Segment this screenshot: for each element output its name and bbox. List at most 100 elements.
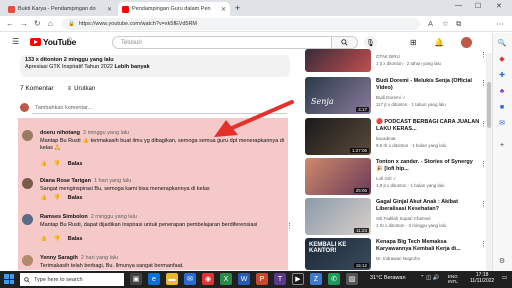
add-icon[interactable]: +: [497, 140, 507, 150]
app-icon[interactable]: ▶: [292, 273, 304, 285]
video-title[interactable]: Gagal Ginjal Akut Anak : Akibat Liberali…: [376, 199, 480, 213]
recommendation-item[interactable]: 11:23 Gagal Ginjal Akut Anak : Akibat Li…: [305, 198, 487, 236]
create-video-icon[interactable]: ⊞: [410, 38, 417, 47]
comment-author[interactable]: Diana Rose Tarigan 1 hari yang lalu: [40, 178, 131, 184]
forward-icon[interactable]: →: [20, 19, 28, 28]
channel-name[interactable]: Dr. Indrawan Nugroho: [376, 256, 420, 261]
new-tab-button[interactable]: +: [235, 3, 240, 13]
collections-icon[interactable]: ⧉: [456, 19, 461, 29]
system-tray-icons[interactable]: ⌃ ◫ 🔊: [420, 275, 440, 281]
mail-icon[interactable]: ✉: [184, 273, 196, 285]
whatsapp-icon[interactable]: ✆: [328, 273, 340, 285]
recommendation-item[interactable]: 1:27:06 🔴 PODCAST BERBAGI CARA JUALAN LA…: [305, 118, 487, 156]
office-icon[interactable]: ■: [497, 102, 507, 112]
taskbar-search-input[interactable]: Type here to search: [20, 273, 124, 286]
video-thumbnail[interactable]: 25:06: [305, 158, 371, 195]
windows-start-icon[interactable]: [4, 274, 14, 284]
show-more-link[interactable]: Lebih banyak: [114, 64, 149, 70]
recommendation-item[interactable]: OTAK BIRU 1 jt x ditonton · 2 tahun yang…: [305, 49, 487, 73]
reply-button[interactable]: Balas: [68, 195, 83, 201]
video-title[interactable]: Kenapa Big Tech Memaksa Karyawannya Kemb…: [376, 239, 480, 253]
shopping-icon[interactable]: ◆: [497, 54, 507, 64]
hamburger-menu-icon[interactable]: ☰: [12, 37, 19, 46]
video-thumbnail[interactable]: KEMBALI KE KANTOR! 15:12: [305, 238, 371, 270]
search-icon[interactable]: 🔍: [497, 38, 507, 48]
comment-author[interactable]: Yenny Saragih 2 hari yang lalu: [40, 255, 118, 261]
video-title[interactable]: Tonton x zander. - Stories of Synergy 🎉 …: [376, 159, 480, 173]
more-options-icon[interactable]: ⋯: [496, 19, 504, 28]
zoom-icon[interactable]: Z: [310, 273, 322, 285]
reload-icon[interactable]: ↻: [34, 19, 41, 28]
word-icon[interactable]: W: [238, 273, 250, 285]
commenter-avatar[interactable]: [22, 178, 33, 189]
excel-icon[interactable]: X: [220, 273, 232, 285]
notifications-bell-icon[interactable]: 🔔: [434, 38, 444, 47]
channel-name[interactable]: kacadmat: [376, 136, 396, 141]
channel-name[interactable]: Siti Fadilah Supari Channel: [376, 216, 431, 221]
recommendation-item[interactable]: 25:06 Tonton x zander. - Stories of Syne…: [305, 158, 487, 196]
like-icon[interactable]: 👍: [40, 195, 47, 201]
photos-icon[interactable]: ▨: [346, 273, 358, 285]
chrome-icon[interactable]: ◉: [202, 273, 214, 285]
search-button[interactable]: [332, 36, 358, 49]
video-thumbnail[interactable]: 11:23: [305, 198, 371, 235]
channel-name[interactable]: Budi Doremi ✓: [376, 95, 406, 101]
channel-name[interactable]: Lofi Girl ✓: [376, 176, 397, 182]
microphone-icon[interactable]: 🎙: [364, 36, 377, 49]
video-thumbnail[interactable]: [305, 49, 371, 72]
task-view-icon[interactable]: ▣: [130, 273, 142, 285]
address-bar[interactable]: 🔒 https://www.youtube.com/watch?v=xk5fEV…: [62, 18, 420, 30]
weather-widget[interactable]: 31°C Berawan: [370, 275, 406, 281]
like-icon[interactable]: 👍: [40, 161, 47, 167]
close-tab-icon[interactable]: ✕: [221, 6, 226, 13]
recommendation-item[interactable]: KEMBALI KE KANTOR! 15:12 Kenapa Big Tech…: [305, 238, 487, 271]
commenter-avatar[interactable]: [22, 214, 33, 225]
tab-pendampingan[interactable]: Pendampingan Guru dalam Pen ✕: [118, 2, 230, 16]
video-title[interactable]: Budi Doremi - Melukis Senja (Official Vi…: [376, 78, 480, 92]
taskbar-clock[interactable]: 17:18 11/11/2022: [470, 272, 494, 284]
close-tab-icon[interactable]: ✕: [107, 6, 112, 13]
dislike-icon[interactable]: 👎: [54, 161, 61, 167]
notification-icon[interactable]: ▭: [502, 275, 507, 281]
search-input[interactable]: Telusuri: [112, 36, 332, 49]
maximize-button[interactable]: ☐: [475, 2, 481, 10]
reply-button[interactable]: Balas: [68, 236, 83, 242]
outlook-icon[interactable]: ✉: [497, 118, 507, 128]
comment-author[interactable]: doeru nihotang 2 minggu yang lalu: [40, 130, 129, 136]
channel-name[interactable]: OTAK BIRU: [376, 54, 400, 59]
favorite-star-icon[interactable]: ☆: [442, 19, 449, 28]
video-title[interactable]: 🔴 PODCAST BERBAGI CARA JUALAN LAKU KERAS…: [376, 119, 480, 133]
add-comment-row[interactable]: Tambahkan komentar...: [20, 103, 92, 112]
dislike-icon[interactable]: 👎: [54, 195, 61, 201]
file-explorer-icon[interactable]: ▬: [166, 273, 178, 285]
video-description[interactable]: 133 x ditonton 2 minggu yang lalu Apresi…: [20, 55, 290, 77]
language-indicator[interactable]: ENG INTL: [448, 274, 458, 284]
tools-icon[interactable]: ✚: [497, 70, 507, 80]
like-icon[interactable]: 👍: [40, 236, 47, 242]
video-thumbnail[interactable]: 1:27:06: [305, 118, 371, 155]
games-icon[interactable]: ♣: [497, 86, 507, 96]
commenter-avatar[interactable]: [22, 130, 33, 141]
youtube-logo-icon[interactable]: [30, 38, 41, 46]
minimize-button[interactable]: —: [455, 2, 462, 9]
teams-icon[interactable]: T: [274, 273, 286, 285]
video-thumbnail[interactable]: Senja 4:17: [305, 77, 371, 114]
powerpoint-icon[interactable]: P: [256, 273, 268, 285]
comment-more-icon[interactable]: ⋮: [286, 222, 293, 230]
dislike-icon[interactable]: 👎: [54, 236, 61, 242]
back-icon[interactable]: ←: [6, 19, 14, 28]
add-comment-input[interactable]: Tambahkan komentar...: [35, 105, 92, 111]
settings-gear-icon[interactable]: ⚙: [497, 256, 507, 266]
sort-button[interactable]: ≡ Urutkan: [68, 86, 96, 92]
tab-bukti-karya[interactable]: Bukti Karya - Pendampingan do ✕: [4, 2, 116, 16]
account-avatar[interactable]: [461, 37, 472, 48]
comment-author[interactable]: Ramses Simbolon 2 minggu yang lalu: [40, 214, 137, 220]
reply-button[interactable]: Balas: [68, 161, 83, 167]
home-icon[interactable]: ⌂: [48, 19, 53, 28]
read-aloud-icon[interactable]: A: [428, 19, 433, 28]
close-window-button[interactable]: ✕: [496, 2, 502, 10]
scrollbar-thumb[interactable]: [487, 82, 491, 128]
recommendation-item[interactable]: Senja 4:17 Budi Doremi - Melukis Senja (…: [305, 77, 487, 115]
edge-browser-icon[interactable]: e: [148, 273, 160, 285]
commenter-avatar[interactable]: [22, 255, 33, 266]
